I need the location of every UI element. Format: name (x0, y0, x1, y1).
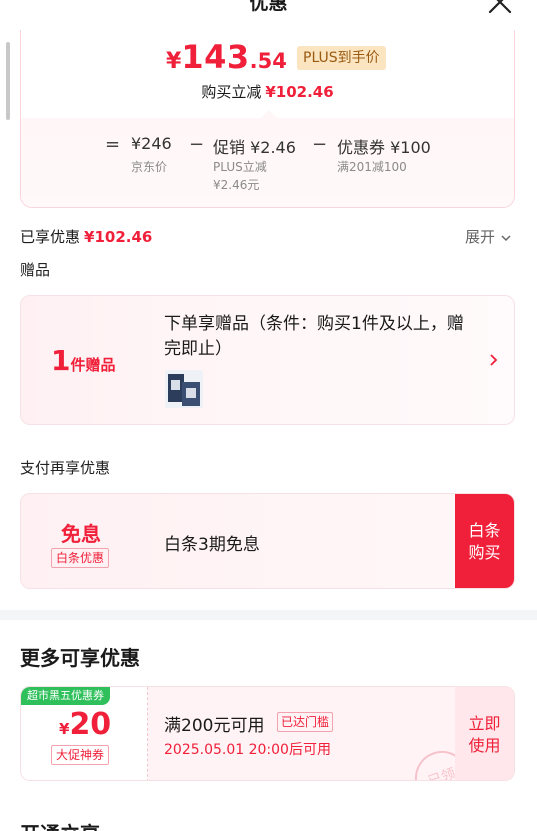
price-decimal: .54 (249, 49, 287, 73)
use-button-line1: 立即 (468, 714, 501, 733)
price-currency: ¥ (166, 49, 182, 74)
gift-count-unit: 件赠品 (70, 356, 116, 374)
coupon-card: 超市黑五优惠券 ¥20 大促神券 满200元可用 已达门槛 2025.05.01… (20, 686, 515, 781)
close-button[interactable] (486, 0, 514, 16)
pay-offer-text: 白条3期免息 (164, 535, 260, 555)
promo-amount: ¥2.46 (250, 138, 296, 157)
reduce-line: 购买立减 ¥102.46 (21, 81, 514, 102)
chevron-right-icon (490, 354, 498, 366)
threshold-tag: 已达门槛 (277, 712, 334, 732)
promo-value: 促销 ¥2.46 (213, 134, 296, 158)
pay-main-label: 免息 (61, 522, 101, 546)
gift-count-number: 1 (51, 344, 71, 377)
coupon-sub-label: 满201减100 (337, 160, 407, 174)
gift-detail-arrow[interactable] (487, 348, 501, 372)
baitiao-buy-button[interactable]: 白条 购买 (455, 494, 514, 588)
promo-sub-amount: ¥2.46元 (213, 178, 260, 192)
gift-count: 1件赠品 (51, 344, 116, 377)
jd-price-value: ¥246 (131, 134, 172, 153)
gift-section-label: 赠品 (20, 261, 51, 279)
expand-label: 展开 (465, 228, 496, 246)
minus-sign-1: − (189, 134, 205, 155)
section-divider (0, 610, 537, 620)
coupon-type: 大促神券 (51, 745, 110, 765)
use-button-line2: 使用 (468, 736, 501, 755)
plus-price-tag: PLUS到手价 (297, 46, 386, 70)
gift-title: 下单享赠品（条件：购买1件及以上，赠完即止） (164, 314, 464, 359)
pay-offer-card: 免息 白条优惠 白条3期免息 白条 购买 (20, 493, 515, 589)
price-breakdown (21, 118, 514, 207)
pay-button-line1: 白条 (468, 521, 501, 540)
coupon-time: 2025.05.01 20:00后可用 (164, 742, 331, 758)
minus-sign-2: − (312, 134, 328, 155)
membership-section-title: 开通立享 (20, 818, 100, 831)
use-coupon-button[interactable]: 立即 使用 (455, 687, 514, 780)
gift-thumbnail[interactable] (165, 370, 203, 408)
sheet-title: 优惠 (249, 0, 288, 14)
price-summary-card: ¥143.54 PLUS到手价 购买立减 ¥102.46 = ¥246 京东价 −… (20, 30, 515, 208)
enjoyed-amount: ¥102.46 (84, 228, 153, 246)
coupon-label: 优惠券 (337, 138, 386, 157)
scrollbar[interactable] (6, 42, 10, 120)
chevron-down-icon (501, 234, 511, 241)
close-icon (488, 0, 512, 14)
coupon-value: 优惠券 ¥100 (337, 134, 431, 158)
expand-button[interactable]: 展开 (465, 226, 512, 247)
gift-card[interactable]: 1件赠品 下单享赠品（条件：购买1件及以上，赠完即止） (20, 295, 515, 425)
notch (261, 110, 277, 118)
coupon-number: 20 (69, 707, 112, 742)
jd-price-label: 京东价 (131, 160, 168, 174)
coupon-condition: 满200元可用 (164, 716, 265, 736)
gift-product-image (165, 370, 203, 408)
enjoyed-discount: 已享优惠 ¥102.46 (20, 226, 152, 247)
more-offers-title: 更多可享优惠 (20, 646, 140, 670)
price-integer: 143 (181, 38, 250, 76)
pay-tag: 白条优惠 (51, 548, 110, 568)
coupon-currency: ¥ (59, 720, 70, 738)
reduce-label: 购买立减 (201, 83, 262, 101)
coupon-badge: 超市黑五优惠券 (21, 687, 110, 705)
reduce-amount: ¥102.46 (265, 83, 334, 101)
coupon-amount: ¥20 (59, 707, 111, 742)
promo-label: 促销 (213, 138, 246, 157)
promo-sub-label: PLUS立减 (213, 160, 267, 174)
pay-section-label: 支付再享优惠 (20, 459, 111, 477)
coupon-value-panel: 超市黑五优惠券 ¥20 大促神券 (21, 687, 148, 780)
coupon-amount: ¥100 (390, 138, 431, 157)
equals-sign: = (105, 134, 121, 155)
enjoyed-label: 已享优惠 (20, 228, 81, 246)
pay-button-line2: 购买 (468, 543, 501, 562)
final-price: ¥143.54 (166, 38, 287, 76)
price-top: ¥143.54 PLUS到手价 购买立减 ¥102.46 (21, 30, 514, 118)
